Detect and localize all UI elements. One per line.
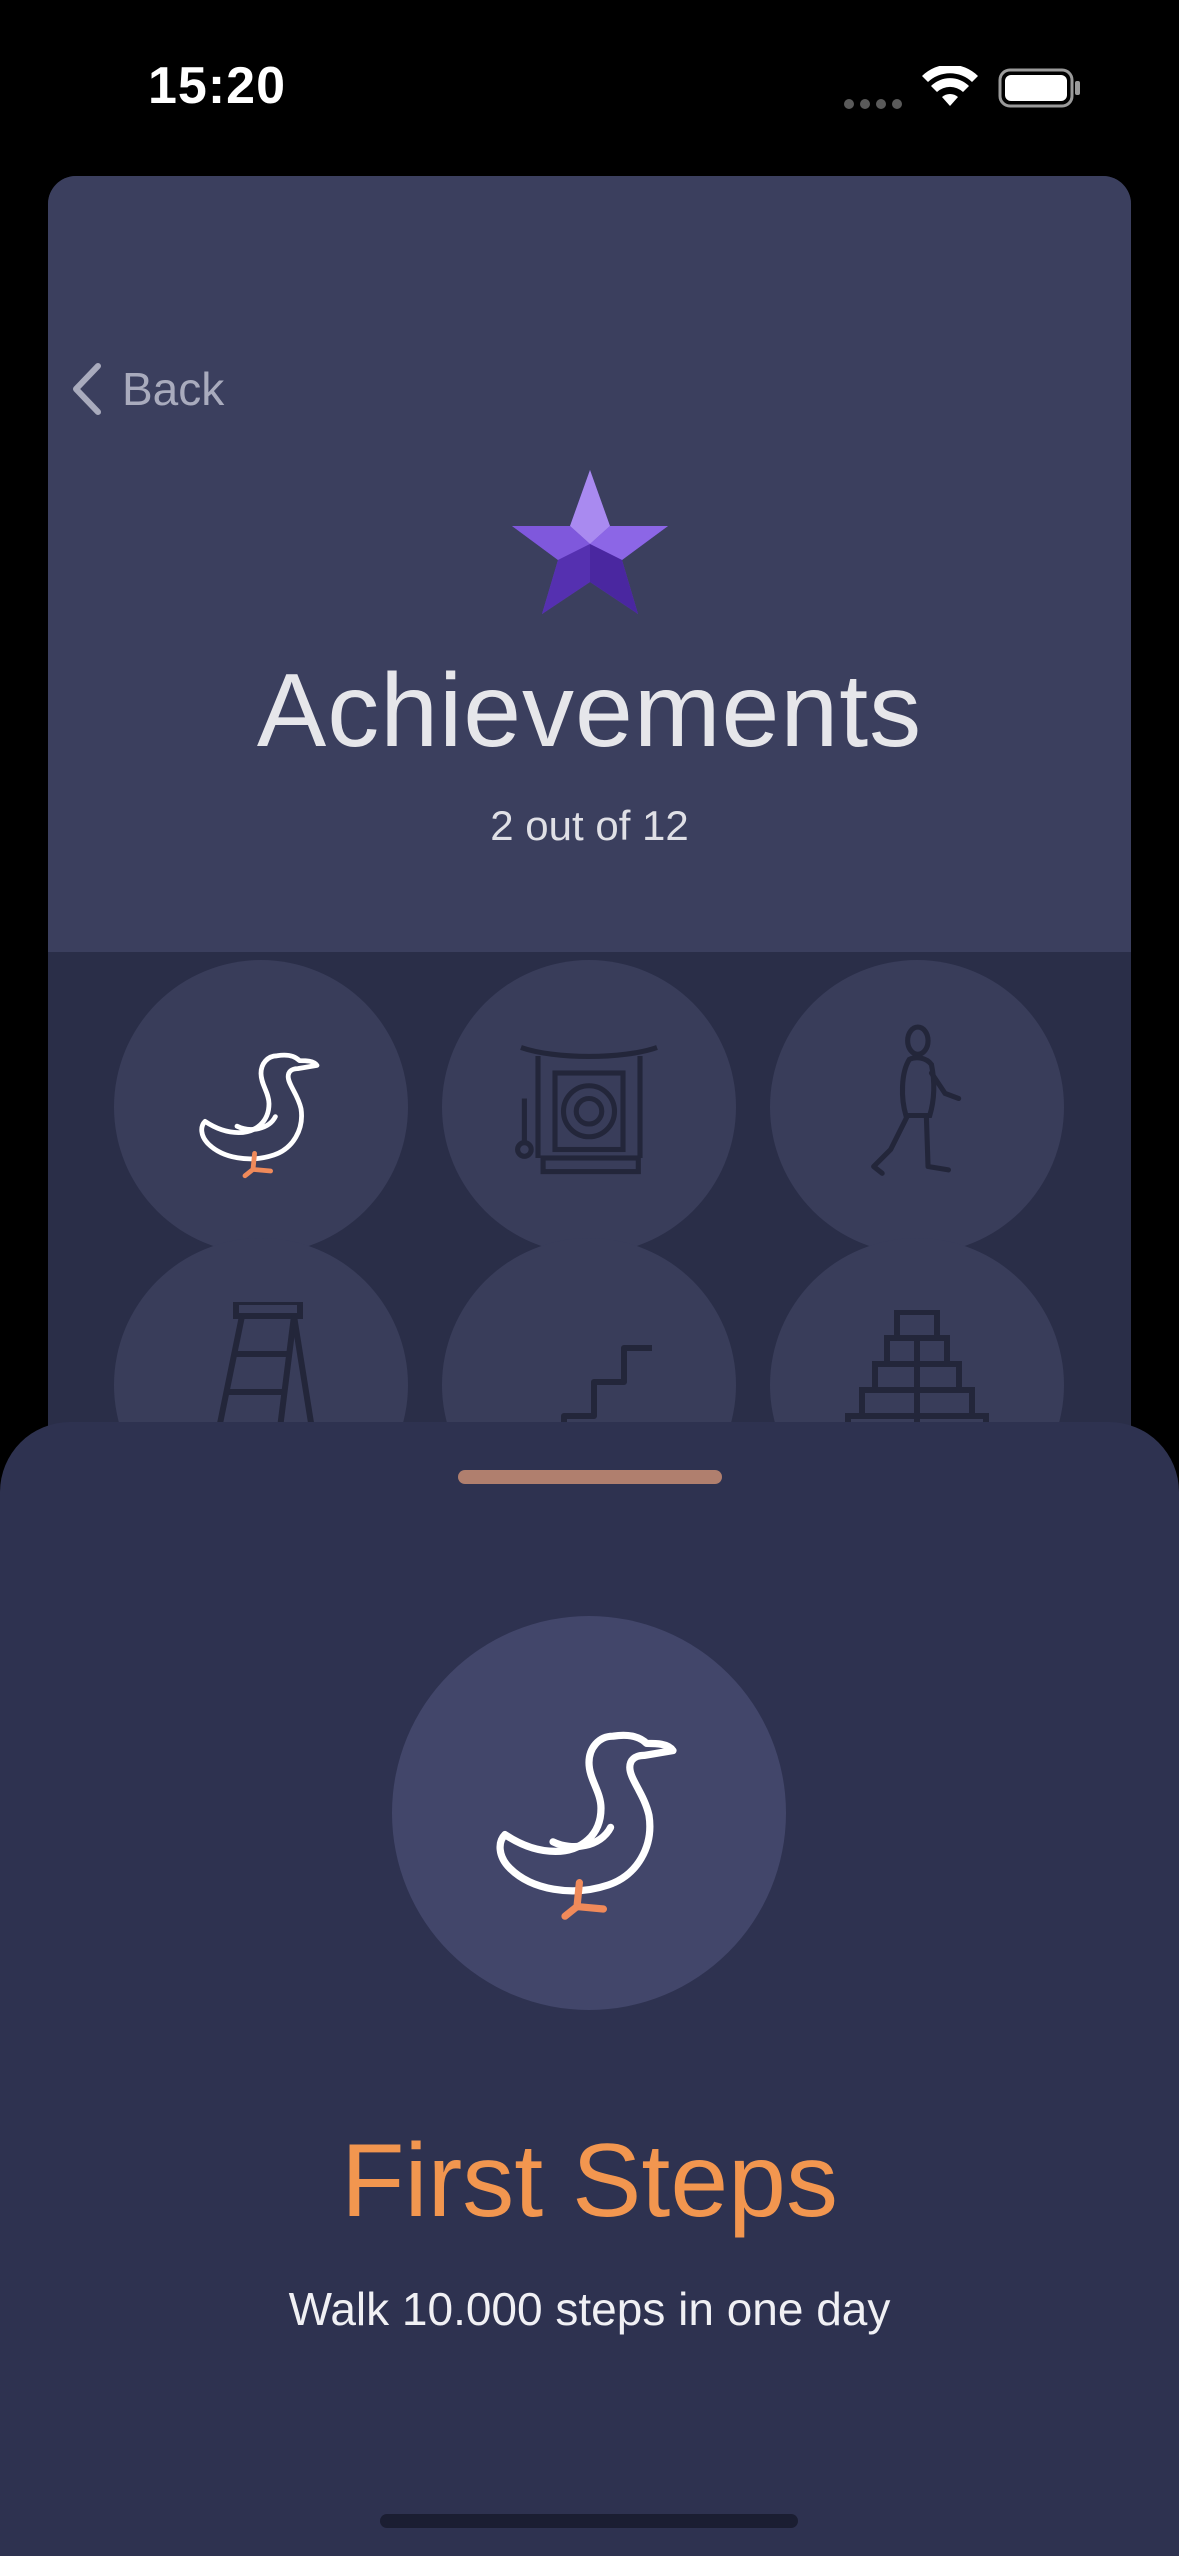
battery-icon <box>998 68 1080 108</box>
sheet-grabber[interactable] <box>458 1470 722 1484</box>
badge-gong[interactable] <box>442 960 736 1254</box>
status-time: 15:20 <box>148 57 286 115</box>
badge-first-steps[interactable] <box>114 960 408 1254</box>
home-indicator[interactable] <box>380 2514 798 2528</box>
back-button[interactable]: Back <box>70 354 224 424</box>
gong-icon <box>515 1045 658 1175</box>
duck-icon <box>199 1052 320 1179</box>
achievements-header: Back Achievements 2 out of 12 <box>48 176 1131 952</box>
back-label: Back <box>122 363 225 415</box>
walking-person-icon <box>871 1024 962 1176</box>
duck-icon <box>496 1731 677 1920</box>
achievement-detail-sheet: First Steps Walk 10.000 steps in one day <box>0 1422 1179 2556</box>
star-icon <box>512 470 668 614</box>
status-bar: 15:20 <box>0 0 1179 170</box>
achievement-description: Walk 10.000 steps in one day <box>288 2283 891 2335</box>
detail-badge <box>392 1616 786 2010</box>
achievement-title: First Steps <box>341 2123 838 2239</box>
cellular-signal-icon <box>844 96 908 114</box>
achievements-card: Back Achievements 2 out of 12 <box>48 176 1131 1476</box>
chevron-left-icon <box>73 363 101 415</box>
badge-walker[interactable] <box>770 960 1064 1254</box>
wifi-icon <box>922 66 978 106</box>
page-title: Achievements <box>256 653 923 769</box>
achievements-progress: 2 out of 12 <box>490 802 689 849</box>
